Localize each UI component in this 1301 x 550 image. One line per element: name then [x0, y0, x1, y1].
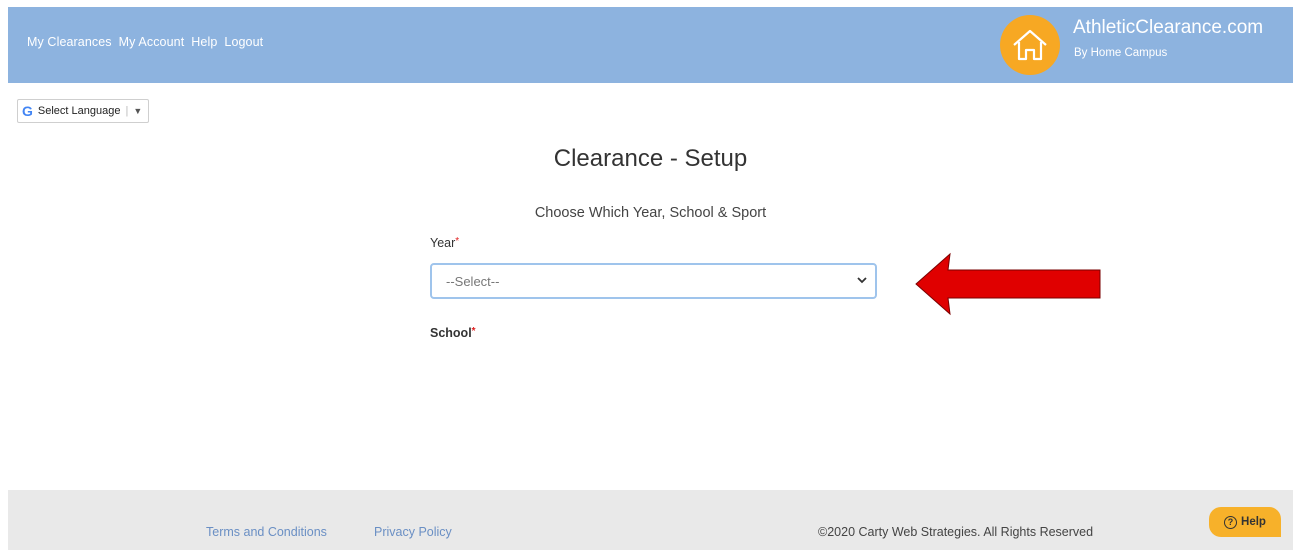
school-label: School*	[430, 326, 476, 340]
page-title: Clearance - Setup	[553, 145, 748, 172]
house-icon[interactable]	[1000, 15, 1060, 75]
year-label: Year*	[430, 236, 459, 250]
year-label-text: Year	[430, 236, 456, 250]
brand-subtitle: By Home Campus	[1074, 47, 1168, 59]
privacy-link[interactable]: Privacy Policy	[374, 525, 452, 539]
language-divider: |	[125, 105, 129, 117]
year-select-value: --Select--	[446, 273, 500, 289]
page-subtitle: Choose Which Year, School & Sport	[534, 205, 767, 221]
required-asterisk: *	[471, 326, 476, 337]
school-label-text: School	[430, 326, 472, 340]
nav-help[interactable]: Help	[191, 35, 217, 49]
main-nav: My Clearances My Account Help Logout	[27, 35, 270, 49]
chevron-down-icon	[857, 274, 867, 288]
nav-logout[interactable]: Logout	[224, 35, 263, 49]
dropdown-arrow-icon: ▼	[133, 106, 143, 116]
nav-my-account[interactable]: My Account	[119, 35, 185, 49]
site-header: My Clearances My Account Help Logout Ath…	[8, 7, 1293, 83]
nav-my-clearances[interactable]: My Clearances	[27, 35, 112, 49]
annotation-arrow-icon	[915, 252, 1101, 316]
terms-link[interactable]: Terms and Conditions	[206, 525, 327, 539]
year-select[interactable]: --Select--	[430, 263, 877, 299]
help-button-label: Help	[1241, 516, 1266, 528]
help-button[interactable]: ? Help	[1209, 507, 1281, 537]
copyright-text: ©2020 Carty Web Strategies. All Rights R…	[818, 525, 1094, 539]
required-asterisk: *	[455, 236, 460, 247]
brand-title[interactable]: AthleticClearance.com	[1073, 17, 1263, 39]
help-icon: ?	[1224, 515, 1238, 529]
site-footer: Terms and Conditions Privacy Policy ©202…	[8, 490, 1293, 550]
language-selector[interactable]: G Select Language | ▼	[17, 99, 150, 123]
language-label: Select Language	[37, 105, 121, 117]
google-icon: G	[22, 103, 33, 119]
